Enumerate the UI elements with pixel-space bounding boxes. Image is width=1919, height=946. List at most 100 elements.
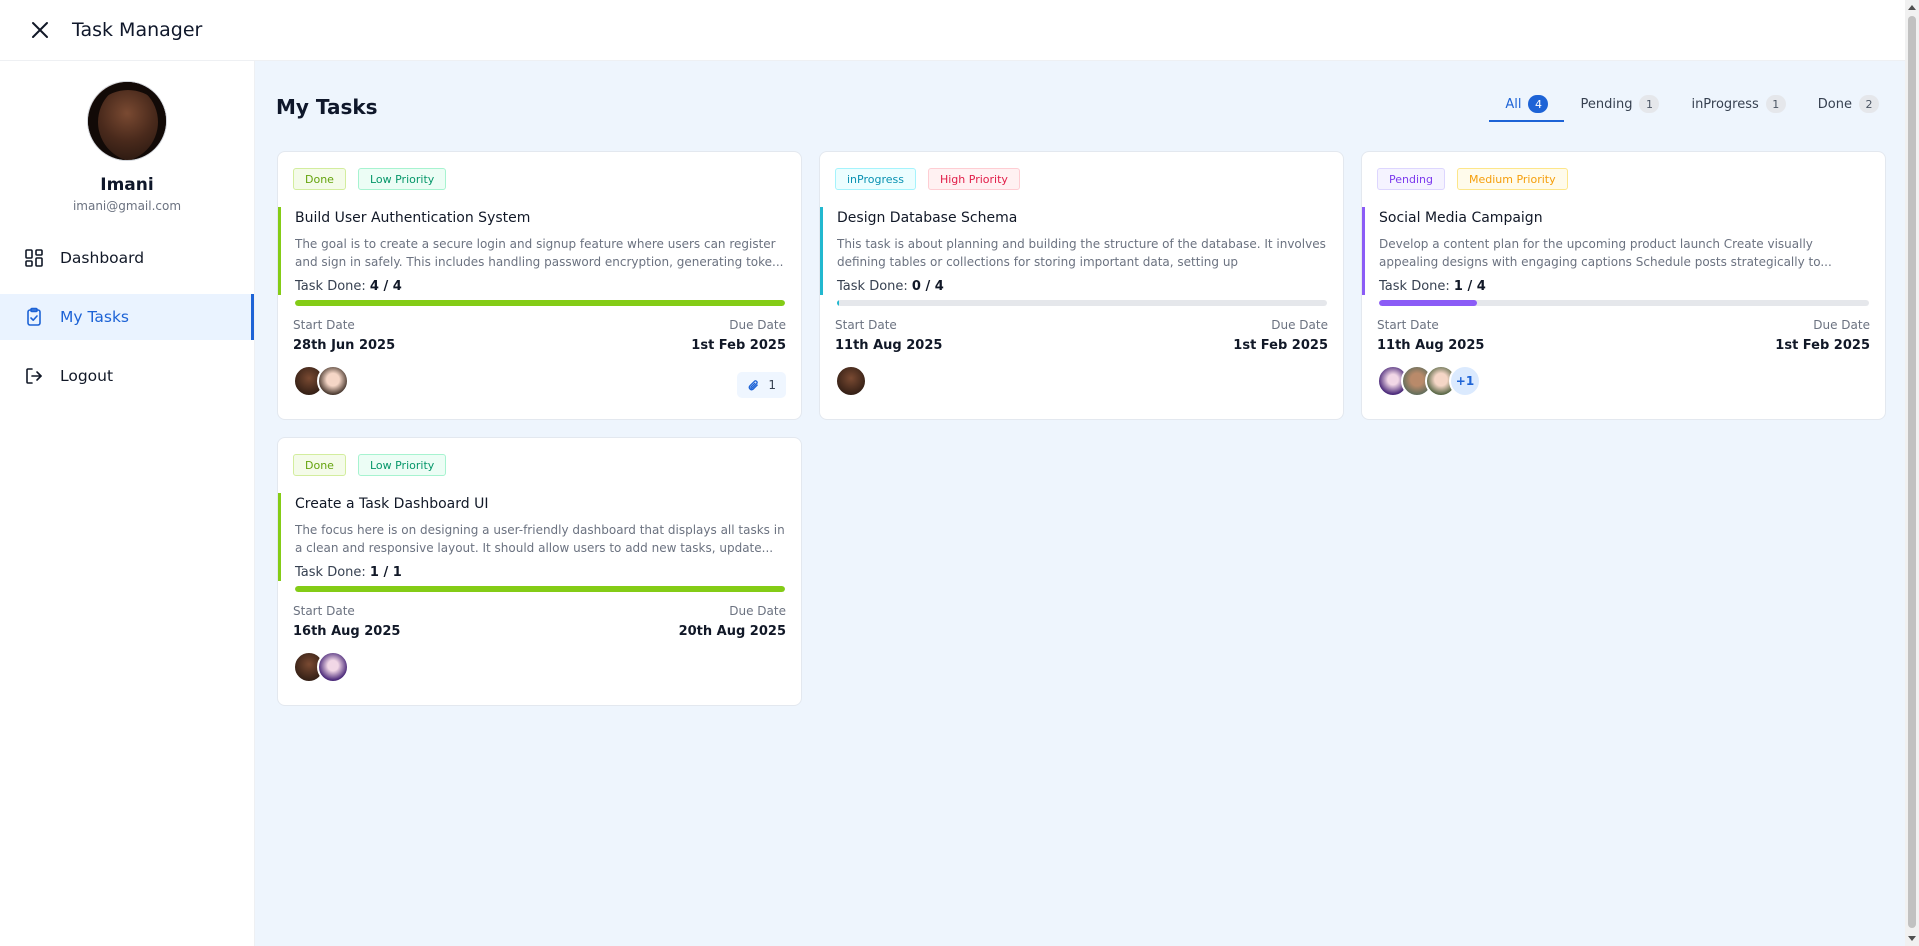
task-accent-bar: [820, 207, 823, 295]
clipboard-check-icon: [24, 307, 44, 327]
task-dates: Start Date 11th Aug 2025 Due Date 1st Fe…: [835, 318, 1328, 353]
task-done: Task Done: 1 / 1: [295, 565, 788, 580]
scroll-down-icon[interactable]: [1908, 936, 1916, 941]
assignee-avatars: [293, 365, 349, 397]
due-date-label: Due Date: [729, 604, 786, 618]
start-date-label: Start Date: [1377, 318, 1439, 332]
due-date: 20th Aug 2025: [678, 624, 786, 639]
sidebar: Imani imani@gmail.com Dashboard My Tasks: [0, 61, 255, 946]
task-card[interactable]: inProgress High Priority Design Database…: [819, 151, 1344, 420]
start-date: 11th Aug 2025: [1377, 338, 1485, 353]
task-content: Create a Task Dashboard UI The focus her…: [278, 493, 803, 581]
priority-badge: Low Priority: [357, 454, 447, 476]
task-done-value: 0 / 4: [911, 279, 944, 294]
status-badge: inProgress: [835, 168, 916, 190]
tab-pending[interactable]: Pending 1: [1564, 89, 1675, 119]
task-done-label: Task Done:: [837, 279, 908, 294]
task-done: Task Done: 0 / 4: [837, 279, 1330, 294]
tab-done[interactable]: Done 2: [1802, 89, 1895, 119]
assignee-avatars: +1: [1377, 365, 1481, 397]
task-progress-bar: [295, 586, 785, 592]
start-date: 11th Aug 2025: [835, 338, 943, 353]
tab-label: All: [1505, 96, 1522, 112]
scroll-up-icon[interactable]: [1908, 5, 1916, 10]
task-content: Design Database Schema This task is abou…: [820, 207, 1345, 295]
start-date: 28th Jun 2025: [293, 338, 396, 353]
task-description: This task is about planning and building…: [837, 237, 1326, 269]
due-date: 1st Feb 2025: [1233, 338, 1328, 353]
task-card[interactable]: Pending Medium Priority Social Media Cam…: [1361, 151, 1886, 420]
status-tabs: All 4 Pending 1 inProgress 1 Done 2: [1489, 89, 1895, 122]
task-progress-bar: [837, 300, 1327, 306]
close-icon: [32, 22, 48, 38]
task-title: Social Media Campaign: [1379, 210, 1543, 226]
profile-email: imani@gmail.com: [72, 199, 182, 213]
task-done-label: Task Done:: [295, 565, 366, 580]
task-progress-fill: [837, 300, 840, 306]
task-progress-fill: [295, 300, 785, 306]
task-progress-bar: [1379, 300, 1869, 306]
dashboard-icon: [24, 248, 44, 268]
due-date-label: Due Date: [1813, 318, 1870, 332]
due-date: 1st Feb 2025: [1775, 338, 1870, 353]
task-card[interactable]: Done Low Priority Build User Authenticat…: [277, 151, 802, 420]
due-date-label: Due Date: [729, 318, 786, 332]
task-card[interactable]: Done Low Priority Create a Task Dashboar…: [277, 437, 802, 706]
sidebar-item-label: Dashboard: [60, 249, 145, 267]
tab-count-badge: 1: [1639, 95, 1660, 113]
task-done-label: Task Done:: [1379, 279, 1450, 294]
tab-label: inProgress: [1691, 96, 1759, 112]
task-title: Design Database Schema: [837, 210, 1018, 226]
task-tags: Done Low Priority: [293, 168, 447, 190]
due-date: 1st Feb 2025: [691, 338, 786, 353]
profile-section: Imani imani@gmail.com: [0, 61, 254, 213]
more-assignees-badge[interactable]: +1: [1449, 365, 1481, 397]
scrollbar-thumb[interactable]: [1908, 16, 1916, 928]
page-title: My Tasks: [276, 95, 378, 119]
top-bar: Task Manager: [0, 0, 1905, 61]
main-content: My Tasks All 4 Pending 1 inProgress 1 Do…: [255, 61, 1905, 946]
start-date-label: Start Date: [835, 318, 897, 332]
status-badge: Pending: [1377, 168, 1445, 190]
start-date-label: Start Date: [293, 604, 355, 618]
paperclip-icon: [749, 379, 759, 390]
sidebar-item-logout[interactable]: Logout: [0, 353, 254, 399]
task-tags: Pending Medium Priority: [1377, 168, 1568, 190]
tab-count-badge: 2: [1859, 95, 1879, 113]
tab-count-badge: 1: [1765, 95, 1786, 113]
attachments-count[interactable]: 1: [737, 372, 786, 398]
sidebar-item-label: My Tasks: [60, 308, 130, 326]
sidebar-item-dashboard[interactable]: Dashboard: [0, 235, 254, 281]
task-description: The goal is to create a secure login and…: [295, 237, 784, 269]
status-badge: Done: [293, 454, 346, 476]
tab-all[interactable]: All 4: [1489, 89, 1565, 122]
due-date-label: Due Date: [1271, 318, 1328, 332]
task-dates: Start Date 28th Jun 2025 Due Date 1st Fe…: [293, 318, 786, 353]
page-scrollbar[interactable]: [1905, 0, 1919, 946]
priority-badge: High Priority: [927, 168, 1020, 190]
tab-label: Pending: [1580, 96, 1633, 112]
profile-name: Imani: [100, 175, 154, 195]
task-progress-fill: [1379, 300, 1477, 306]
task-accent-bar: [278, 493, 281, 581]
task-description: The focus here is on designing a user-fr…: [295, 523, 785, 555]
priority-badge: Medium Priority: [1456, 168, 1568, 190]
assignee-avatar: [835, 365, 867, 397]
task-done: Task Done: 1 / 4: [1379, 279, 1872, 294]
task-done-value: 4 / 4: [369, 279, 402, 294]
task-accent-bar: [1362, 207, 1365, 295]
status-badge: Done: [293, 168, 346, 190]
sidebar-item-my-tasks[interactable]: My Tasks: [0, 294, 254, 340]
assignee-avatar: [317, 651, 349, 683]
tab-inprogress[interactable]: inProgress 1: [1675, 89, 1801, 119]
task-tags: Done Low Priority: [293, 454, 447, 476]
tab-count-badge: 4: [1528, 95, 1549, 113]
task-tags: inProgress High Priority: [835, 168, 1020, 190]
start-date-label: Start Date: [293, 318, 355, 332]
sidebar-nav: Dashboard My Tasks Logout: [0, 235, 254, 399]
close-button[interactable]: [20, 10, 60, 50]
task-done-value: 1 / 1: [369, 565, 402, 580]
start-date: 16th Aug 2025: [293, 624, 401, 639]
task-done: Task Done: 4 / 4: [295, 279, 788, 294]
task-done-label: Task Done:: [295, 279, 366, 294]
